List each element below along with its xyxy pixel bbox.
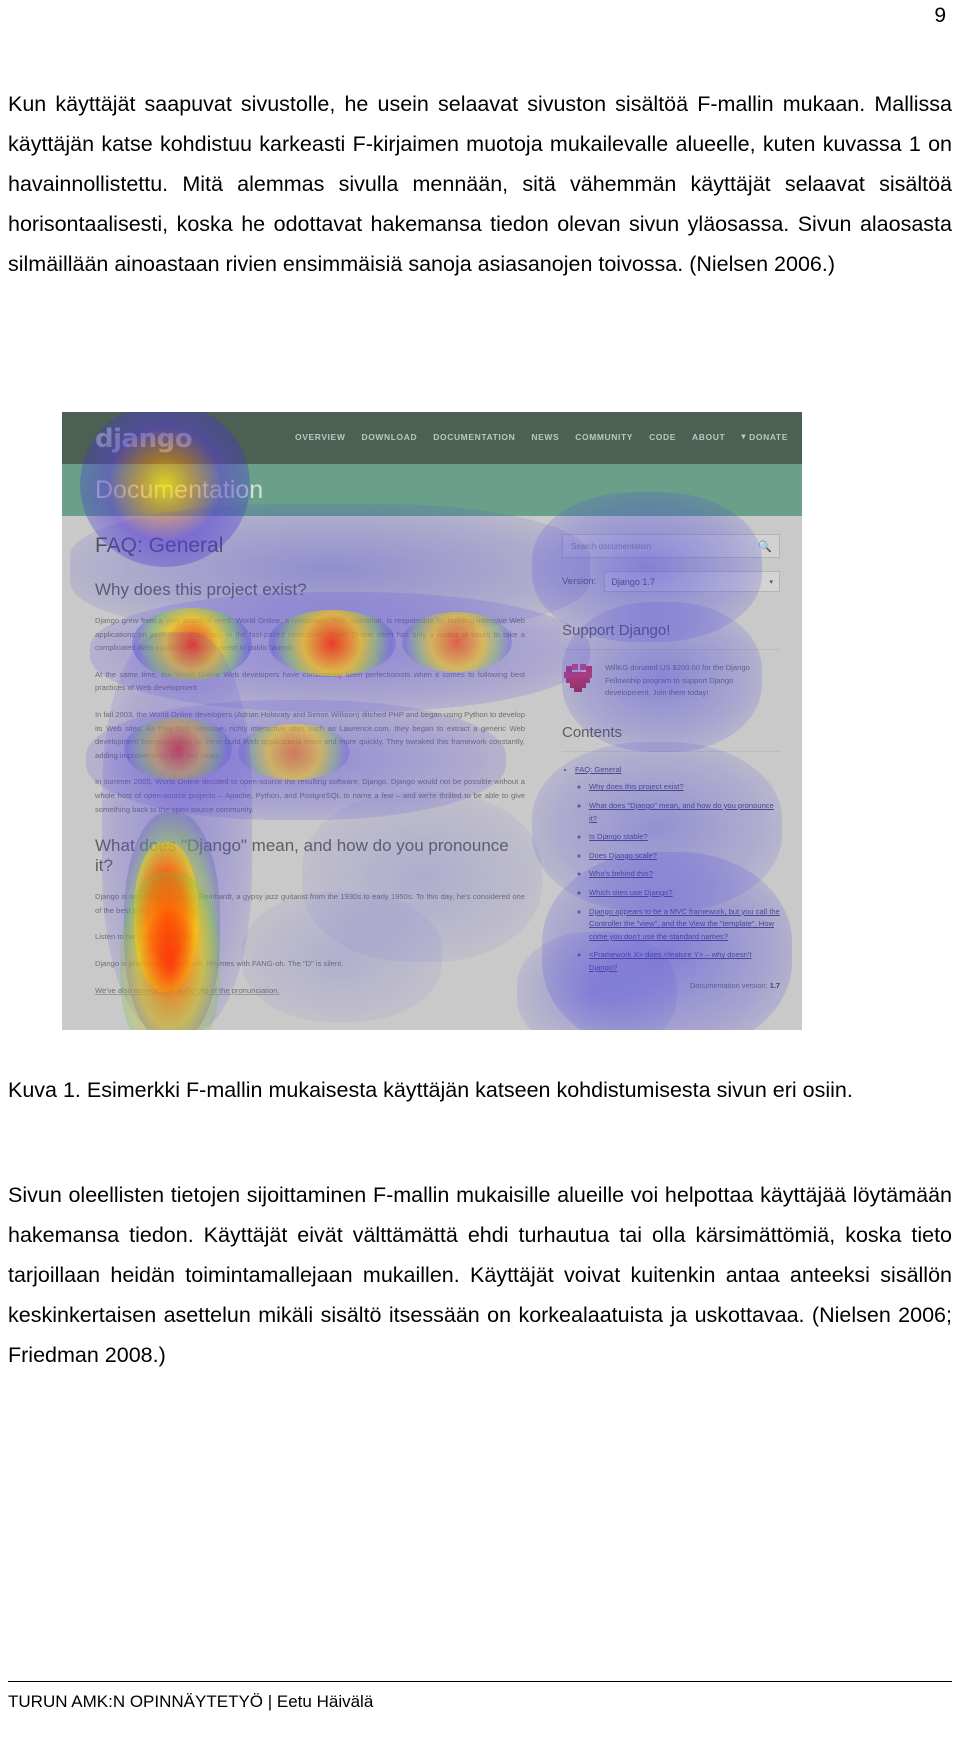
- figure-django-heatmap: django OVERVIEW DOWNLOAD DOCUMENTATION N…: [62, 412, 802, 1030]
- donation-notice: WillKG donated US $200.00 for the Django…: [562, 662, 780, 700]
- django-documentation-screenshot: django OVERVIEW DOWNLOAD DOCUMENTATION N…: [62, 412, 802, 1030]
- toc-link[interactable]: Why does this project exist?: [589, 782, 684, 791]
- django-logo: django: [95, 424, 193, 454]
- toc-link[interactable]: Is Django stable?: [589, 832, 648, 841]
- nav-item-code[interactable]: CODE: [649, 432, 676, 442]
- faq-paragraph: Django is named after Django Reinhardt, …: [95, 892, 525, 915]
- django-subheader: Documentation: [62, 464, 802, 516]
- toc-item[interactable]: Does Django scale?: [589, 850, 780, 863]
- footer-divider: [8, 1681, 952, 1682]
- donation-text: WillKG donated US $200.00 for the Django…: [605, 663, 750, 698]
- toc-link[interactable]: Django appears to be a MVC framework, bu…: [589, 907, 780, 941]
- django-sidebar: Search documentation 🔍 Version: Django 1…: [562, 534, 780, 990]
- django-navbar: django OVERVIEW DOWNLOAD DOCUMENTATION N…: [62, 412, 802, 464]
- version-select[interactable]: Django 1.7 ▾: [604, 571, 780, 592]
- version-value: Django 1.7: [611, 576, 655, 587]
- toc-item[interactable]: What does "Django" mean, and how do you …: [589, 800, 780, 825]
- nav-item-overview[interactable]: OVERVIEW: [295, 432, 345, 442]
- toc-link[interactable]: Who's behind this?: [589, 869, 653, 878]
- toc-item[interactable]: Which sites use Django?: [589, 887, 780, 900]
- toc-item[interactable]: Who's behind this?: [589, 868, 780, 881]
- figure-caption: Kuva 1. Esimerkki F-mallin mukaisesta kä…: [8, 1078, 853, 1102]
- search-placeholder: Search documentation: [571, 541, 652, 551]
- faq-paragraph: Django grew from a very practical need: …: [95, 616, 525, 653]
- body-paragraph-2: Sivun oleellisten tietojen sijoittaminen…: [8, 1183, 952, 1367]
- table-of-contents: FAQ: General Why does this project exist…: [562, 764, 780, 975]
- pixel-heart-icon: [562, 662, 596, 692]
- toc-link[interactable]: What does "Django" mean, and how do you …: [589, 801, 774, 823]
- toc-link[interactable]: FAQ: General: [575, 765, 621, 774]
- divider: [562, 649, 780, 650]
- faq-paragraph: In fall 2003, the World Online developer…: [95, 709, 525, 760]
- faq-page-title: FAQ: General: [95, 534, 224, 557]
- page-footer: TURUN AMK:N OPINNÄYTETYÖ | Eetu Häivälä: [8, 1692, 374, 1711]
- faq-paragraph: Listen to his music. You'll like it.: [95, 932, 201, 942]
- documentation-title: Documentation: [95, 476, 264, 504]
- django-content-area: FAQ: General Why does this project exist…: [62, 516, 802, 1030]
- chevron-down-icon: ▾: [769, 578, 773, 586]
- django-main-column: FAQ: General Why does this project exist…: [95, 534, 525, 1010]
- toc-item[interactable]: Is Django stable?: [589, 831, 780, 844]
- search-documentation-input[interactable]: Search documentation 🔍: [562, 534, 780, 558]
- page-number: 9: [934, 4, 946, 27]
- document-page: 9 Kun käyttäjät saapuvat sivustolle, he …: [0, 0, 960, 1738]
- nav-item-download[interactable]: DOWNLOAD: [361, 432, 417, 442]
- nav-item-news[interactable]: NEWS: [531, 432, 559, 442]
- support-django-title: Support Django!: [562, 622, 671, 639]
- faq-section-title-2: What does "Django" mean, and how do you …: [95, 836, 509, 876]
- faq-paragraph: Django is pronounced JANG-oh. Rhymes wit…: [95, 958, 344, 968]
- toc-link[interactable]: Which sites use Django?: [589, 888, 673, 897]
- documentation-version: Documentation version: 1.7: [562, 981, 780, 990]
- toc-item[interactable]: Why does this project exist?: [589, 781, 780, 794]
- faq-paragraph: At the same time, the World Online Web d…: [95, 669, 525, 693]
- body-paragraph-1: Kun käyttäjät saapuvat sivustolle, he us…: [8, 92, 952, 276]
- toc-item[interactable]: Django appears to be a MVC framework, bu…: [589, 906, 780, 944]
- toc-item[interactable]: FAQ: General Why does this project exist…: [575, 764, 780, 975]
- toc-link[interactable]: <Framework X> does <feature Y> – why doe…: [589, 950, 752, 972]
- nav-item-donate[interactable]: ▾ DONATE: [741, 431, 788, 442]
- version-label: Version:: [562, 576, 597, 587]
- nav-item-documentation[interactable]: DOCUMENTATION: [433, 432, 515, 442]
- chevron-down-icon: ▾: [741, 431, 747, 441]
- nav-item-donate-label: DONATE: [749, 431, 788, 442]
- nav-item-community[interactable]: COMMUNITY: [575, 432, 633, 442]
- divider: [562, 750, 780, 752]
- toc-link[interactable]: Does Django scale?: [589, 851, 657, 860]
- documentation-version-label: Documentation version:: [690, 980, 768, 990]
- faq-paragraph: In summer 2005, World Online decided to …: [95, 777, 525, 814]
- contents-title: Contents: [562, 723, 623, 741]
- toc-item[interactable]: <Framework X> does <feature Y> – why doe…: [589, 949, 780, 974]
- faq-section-title-1: Why does this project exist?: [95, 580, 307, 599]
- faq-paragraph: We've also recorded an audio clip of the…: [95, 985, 280, 995]
- version-selector-row: Version: Django 1.7 ▾: [562, 571, 780, 592]
- documentation-version-value: 1.7: [769, 980, 780, 990]
- nav-item-about[interactable]: ABOUT: [692, 432, 725, 442]
- search-icon[interactable]: 🔍: [758, 540, 772, 553]
- django-nav-links: OVERVIEW DOWNLOAD DOCUMENTATION NEWS COM…: [295, 431, 788, 442]
